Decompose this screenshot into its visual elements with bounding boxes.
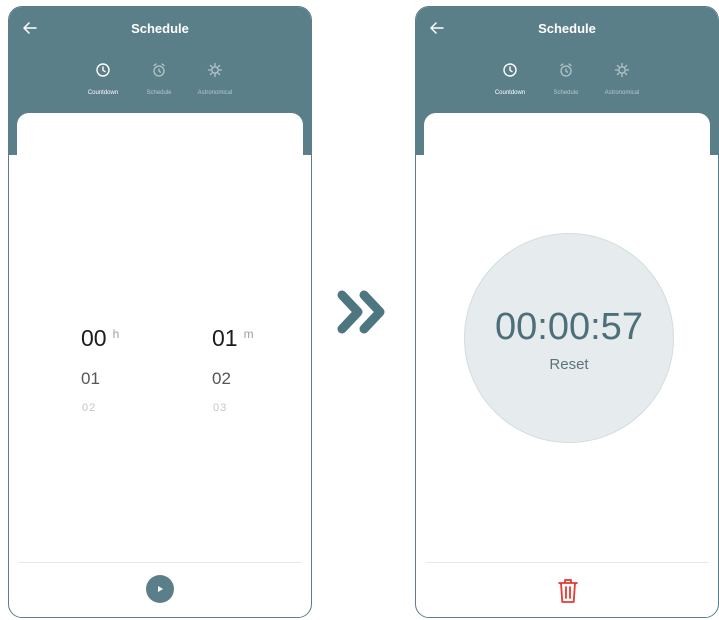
minutes-unit-label: m [243, 327, 254, 341]
tab-schedule[interactable]: Schedule [536, 62, 596, 96]
tab-countdown[interactable]: Countdown [73, 62, 133, 96]
minutes-selected-value: 01 [212, 325, 238, 351]
phone-screen-countdown-running: Schedule Countdown Schedule Astronomical… [415, 6, 719, 618]
tab-label: Schedule [146, 90, 172, 96]
divider [19, 562, 301, 563]
sun-icon [614, 62, 630, 78]
timer-value: 00:00:57 [495, 306, 643, 348]
hours-selected-value: 00 [81, 325, 107, 351]
tab-countdown[interactable]: Countdown [480, 62, 540, 96]
tab-label: Schedule [553, 90, 579, 96]
alarm-icon [153, 63, 165, 77]
minutes-next-value[interactable]: 02 [212, 369, 231, 389]
minutes-next2-value[interactable]: 03 [213, 402, 227, 414]
tab-bar: Countdown Schedule Astronomical [9, 62, 311, 112]
tab-schedule[interactable]: Schedule [129, 62, 189, 96]
page-title: Schedule [538, 21, 596, 36]
tab-label: Countdown [494, 90, 526, 96]
hours-next2-value[interactable]: 02 [82, 402, 96, 414]
clock-icon [96, 63, 110, 77]
clock-icon [503, 63, 517, 77]
double-chevron-right-icon [337, 290, 385, 334]
minutes-picker[interactable]: 01 m [212, 325, 254, 352]
alarm-icon [560, 63, 572, 77]
trash-icon[interactable] [556, 577, 580, 605]
hours-picker[interactable]: 00 h [81, 325, 119, 352]
play-icon [158, 586, 163, 592]
tab-astronomical[interactable]: Astronomical [185, 62, 245, 96]
tab-label: Countdown [87, 90, 119, 96]
tab-label: Astronomical [604, 90, 640, 96]
page-title: Schedule [131, 21, 189, 36]
reset-button[interactable]: Reset [465, 356, 673, 373]
hours-next-value[interactable]: 01 [81, 369, 100, 389]
tab-astronomical[interactable]: Astronomical [592, 62, 652, 96]
hours-unit-label: h [112, 327, 120, 341]
tab-bar: Countdown Schedule Astronomical [416, 62, 718, 112]
phone-screen-countdown-setup: Schedule Countdown Schedule Astronomical… [8, 6, 312, 618]
content-card [17, 113, 303, 617]
divider [426, 562, 708, 563]
tab-label: Astronomical [197, 90, 233, 96]
countdown-timer-display: 00:00:57 Reset [464, 233, 674, 443]
start-button[interactable] [146, 575, 174, 603]
sun-icon [207, 62, 223, 78]
